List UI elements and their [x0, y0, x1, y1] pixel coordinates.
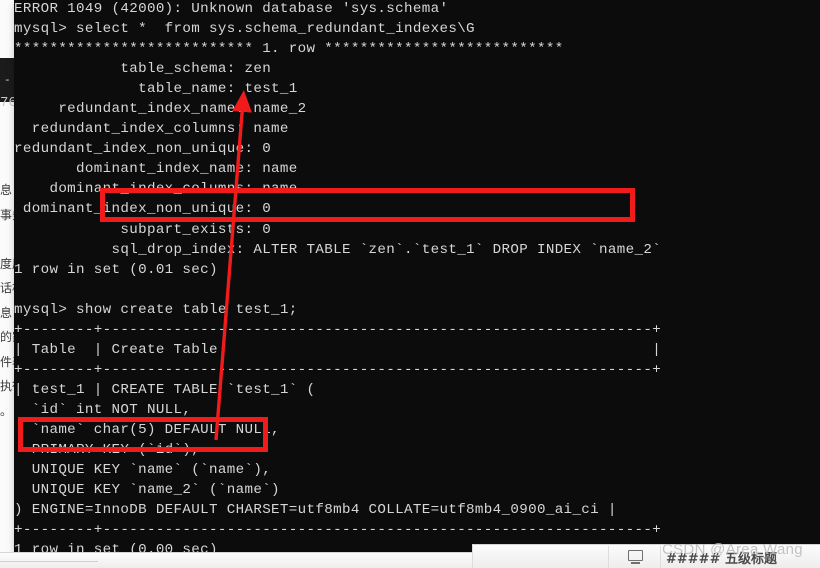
terminal-line: mysql> show create table test_1;: [14, 301, 298, 318]
terminal-line: +--------+------------------------------…: [14, 321, 662, 338]
terminal-line: redundant_index_name: name_2: [14, 101, 307, 118]
terminal-line: | test_1 | CREATE TABLE `test_1` (: [14, 381, 316, 398]
terminal-line: mysql> select * from sys.schema_redundan…: [14, 21, 475, 38]
terminal-line: redundant_index_columns: name: [14, 121, 289, 138]
terminal-line: dominant_index_non_unique: 0: [14, 201, 272, 218]
terminal-line: +--------+------------------------------…: [14, 361, 662, 378]
terminal-line: dominant_index_columns: name: [14, 181, 298, 198]
bottom-left-divider: [0, 561, 98, 562]
terminal-line: | Table | Create Table |: [14, 341, 662, 358]
terminal-line: `name` char(5) DEFAULT NULL,: [14, 421, 280, 438]
watermark-text: CSDN @Area Wang: [662, 541, 803, 558]
terminal-line: table_schema: zen: [14, 61, 272, 78]
terminal-line: UNIQUE KEY `name_2` (`name`): [14, 482, 280, 499]
terminal-line: `id` int NOT NULL,: [14, 401, 192, 418]
monitor-icon[interactable]: [628, 550, 643, 564]
terminal-line: redundant_index_non_unique: 0: [14, 141, 272, 158]
terminal-line: dominant_index_name: name: [14, 161, 298, 178]
terminal-line: ERROR 1049 (42000): Unknown database 'sy…: [14, 1, 449, 17]
terminal-line: sql_drop_index: ALTER TABLE `zen`.`test_…: [14, 241, 662, 258]
terminal-line: PRIMARY KEY (`id`),: [14, 442, 201, 459]
terminal-window[interactable]: ERROR 1049 (42000): Unknown database 'sy…: [14, 0, 820, 552]
terminal-line: +--------+------------------------------…: [14, 522, 662, 539]
status-divider: [608, 546, 609, 568]
terminal-line: UNIQUE KEY `name` (`name`),: [14, 462, 272, 479]
terminal-line: table_name: test_1: [14, 81, 298, 98]
status-divider: [660, 546, 661, 568]
terminal-line: *************************** 1. row *****…: [14, 41, 564, 58]
screen-root: - - - 768 息 事务 度展 话相 息 的家 件表 执行 。 ERROR …: [0, 0, 820, 568]
terminal-line: subpart_exists: 0: [14, 221, 272, 238]
terminal-line: 1 row in set (0.01 sec): [14, 261, 218, 278]
terminal-output: ERROR 1049 (42000): Unknown database 'sy…: [14, 0, 661, 552]
terminal-line: ) ENGINE=InnoDB DEFAULT CHARSET=utf8mb4 …: [14, 502, 617, 519]
status-divider: [472, 546, 473, 568]
